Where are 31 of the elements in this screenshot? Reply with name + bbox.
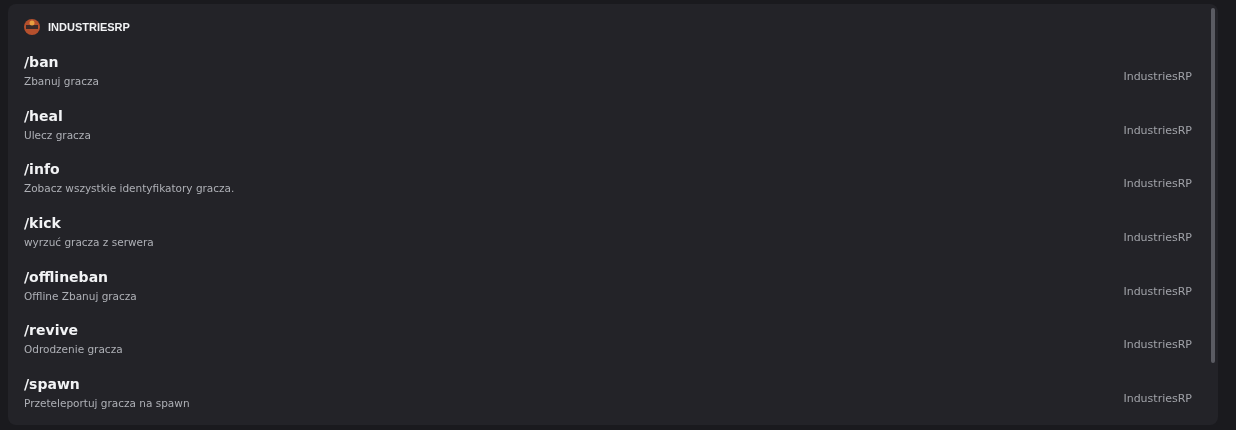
server-logo-icon xyxy=(24,19,40,35)
command-source: IndustriesRP xyxy=(1123,284,1192,298)
command-name: /spawn xyxy=(24,375,81,392)
command-source: IndustriesRP xyxy=(1123,338,1192,352)
command-name: /offlineban xyxy=(24,268,110,285)
command-description: wyrzuć gracza z serwera xyxy=(24,236,154,249)
command-source: IndustriesRP xyxy=(1123,123,1192,137)
command-item[interactable]: /revive Odrodzenie gracza IndustriesRP xyxy=(24,317,1192,372)
command-name: /revive xyxy=(24,322,80,339)
command-description: Ulecz gracza xyxy=(24,128,91,141)
command-item[interactable]: /kick wyrzuć gracza z serwera IndustriesRP xyxy=(24,210,1192,265)
command-item[interactable]: /offlineban Offline Zbanuj gracza IndustriesRP xyxy=(24,264,1192,318)
command-item[interactable]: /ban Zbanuj gracza IndustriesRP xyxy=(24,50,1192,104)
command-source: IndustriesRP xyxy=(1123,231,1192,245)
command-description: Odrodzenie gracza xyxy=(24,343,123,356)
command-item[interactable]: /info Zobacz wszystkie identyfikatory gracza. IndustriesRP xyxy=(24,157,1192,211)
command-name: /ban xyxy=(24,54,60,71)
command-source: IndustriesRP xyxy=(1123,177,1192,191)
command-description: Offline Zbanuj gracza xyxy=(24,289,137,302)
command-description: Przeteleportuj gracza na spawn xyxy=(24,396,190,409)
command-item[interactable]: /heal Ulecz gracza IndustriesRP xyxy=(24,103,1192,158)
command-description: Zbanuj gracza xyxy=(24,75,99,88)
command-name: /heal xyxy=(24,107,64,124)
server-name: INDUSTRIESRP xyxy=(48,21,130,33)
command-name: /info xyxy=(24,161,61,178)
command-source: IndustriesRP xyxy=(1123,391,1192,405)
command-name: /kick xyxy=(24,215,62,232)
command-description: Zobacz wszystkie identyfikatory gracza. xyxy=(24,182,235,195)
command-item[interactable]: /spawn Przeteleportuj gracza na spawn IndustriesRP xyxy=(24,371,1192,425)
scrollbar[interactable] xyxy=(1211,8,1215,363)
command-source: IndustriesRP xyxy=(1123,70,1192,84)
